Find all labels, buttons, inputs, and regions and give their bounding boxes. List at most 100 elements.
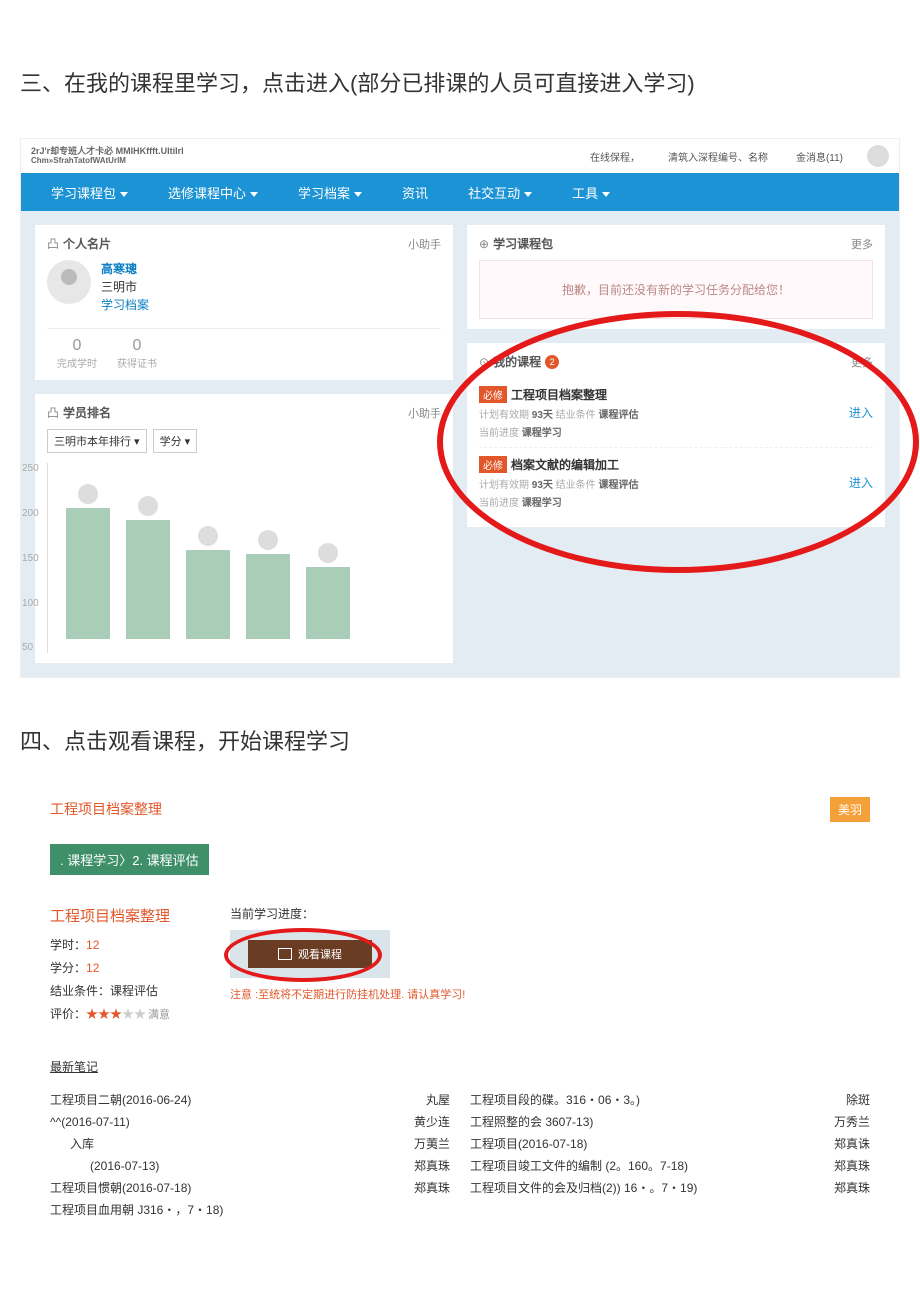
note-item: 工程项目(2016-07-18) (470, 1133, 780, 1155)
caret-icon (354, 192, 362, 197)
y-tick: 150 (22, 553, 39, 564)
note-author: 郑真珠 (380, 1177, 450, 1199)
nav-news[interactable]: 资讯 (402, 183, 428, 202)
y-tick: 50 (22, 642, 39, 653)
profile-city: 三明市 (101, 278, 149, 296)
helper-link[interactable]: 小助手 (408, 236, 441, 252)
rank-metric-select[interactable]: 学分 ▾ (153, 429, 198, 453)
top-right-button[interactable]: 美羽 (830, 797, 870, 822)
required-tag: 必修 (479, 386, 507, 403)
note-author: 郑真诛 (800, 1133, 870, 1155)
nav-elective-center[interactable]: 选修课程中心 (168, 183, 258, 202)
more-link[interactable]: 更多 (851, 236, 873, 252)
avatar-icon (318, 543, 338, 563)
note-item: 工程照整的会 3607-13) (470, 1111, 780, 1133)
note-item: (2016-07-13) (50, 1155, 360, 1177)
chart-bar (186, 550, 230, 639)
top-text-1: 在线保程， (590, 149, 640, 164)
course-title: 档案文献的编辑加工 (511, 458, 619, 472)
nav-study-archive[interactable]: 学习档案 (298, 183, 362, 202)
package-icon: ⊕ (479, 237, 489, 251)
nav-study-package[interactable]: 学习课程包 (51, 183, 128, 202)
step-label: . 课程学习〉2. 课程评估 (50, 844, 209, 875)
screenshot-dashboard: 2rJ'r却专班人才卡必 MMIHKffft.UltiIrl Chm»Sfrah… (20, 138, 900, 678)
notes-table: 工程项目二朝(2016-06-24) ^^(2016-07-11) 入库 (20… (50, 1089, 870, 1221)
caret-icon (524, 192, 532, 197)
logo-text: 2rJ'r却专班人才卡必 MMIHKffft.UltiIrl Chm»Sfrah… (31, 146, 184, 166)
note-item: 工程项目血用朝 J316・，7・18) (50, 1199, 360, 1221)
y-tick: 250 (22, 463, 39, 474)
caret-icon (250, 192, 258, 197)
cond-label: 结业条件： (50, 984, 110, 998)
avatar-icon (258, 530, 278, 550)
enter-course-link[interactable]: 进入 (849, 404, 873, 421)
avatar-icon (47, 260, 91, 304)
stat-hours-label: 完成学时 (47, 355, 107, 370)
dashboard-body: 凸 个人名片 小助手 高寒璁 三明市 学习档案 (21, 211, 899, 677)
panel-my-courses: ⊙ 我的课程 2 更多 必修工程项目档案整理 计划有效期 93天 结业条件 课程… (467, 343, 885, 527)
required-tag: 必修 (479, 456, 507, 473)
logo-line2: Chm»SfrahTatofWAtUrlM (31, 156, 184, 166)
helper-link[interactable]: 小助手 (408, 405, 441, 421)
watch-button-container: 观看课程 (230, 930, 390, 978)
credit-label: 学分： (50, 961, 86, 975)
hours-value: 12 (86, 938, 99, 952)
note-item: 工程项目文件的会及归档(2)) 16・。7・19) (470, 1177, 780, 1199)
top-avatar-icon[interactable] (867, 145, 889, 167)
note-item: 入库 (50, 1133, 360, 1155)
profile-name: 高寒璁 (101, 260, 149, 278)
note-item: 工程项目竣工文件的编制 (2。160。7-18) (470, 1155, 780, 1177)
rating-label: 评价： (50, 1007, 86, 1021)
panel-title: 学习课程包 (493, 235, 553, 252)
panel-ranking: 凸 学员排名 小助手 三明市本年排行 ▾ 学分 ▾ 250 200 (35, 394, 453, 663)
note-author: 郑真珠 (800, 1177, 870, 1199)
breadcrumb-title: 工程项目档案整理 (50, 799, 162, 819)
nav-tools[interactable]: 工具 (572, 183, 610, 202)
latest-notes-heading: 最新笔记 (50, 1058, 870, 1075)
stat-hours-value: 0 (47, 337, 107, 355)
chart-bar (66, 508, 110, 640)
panel-title: 学员排名 (63, 404, 111, 421)
y-tick: 200 (22, 508, 39, 519)
note-item: ^^(2016-07-11) (50, 1111, 360, 1133)
nav-social[interactable]: 社交互动 (468, 183, 532, 202)
watch-course-button[interactable]: 观看课程 (248, 940, 372, 968)
course-row: 必修档案文献的编辑加工 计划有效期 93天 结业条件 课程评估 当前进度 课程学… (479, 448, 873, 517)
course-count-badge: 2 (545, 355, 559, 369)
note-author: 万荑兰 (380, 1133, 450, 1155)
more-link[interactable]: 更多 (851, 354, 873, 370)
warning-text: 注意 :至统将不定期进行防挂机处理. 请认真学习! (230, 986, 465, 1002)
cond-value: 课程评估 (110, 984, 158, 998)
top-search-hint: 清筑入深程编号、名称 (668, 149, 768, 164)
note-author: 丸屋 (380, 1089, 450, 1111)
note-author: 郑真珠 (380, 1155, 450, 1177)
play-icon (278, 948, 292, 960)
note-author: 除斑 (800, 1089, 870, 1111)
top-messages[interactable]: 金消息(11) (796, 149, 843, 164)
hours-label: 学时： (50, 938, 86, 952)
note-item: 工程项目惯朝(2016-07-18) (50, 1177, 360, 1199)
panel-title: 个人名片 (63, 235, 111, 252)
panel-study-package: ⊕ 学习课程包 更多 抱歉，目前还没有新的学习任务分配给您！ (467, 225, 885, 329)
note-item: 工程项目段的碟。316・06・3。) (470, 1089, 780, 1111)
enter-course-link[interactable]: 进入 (849, 474, 873, 491)
screenshot-course-detail: 工程项目档案整理 美羽 . 课程学习〉2. 课程评估 工程项目档案整理 学时：1… (20, 797, 900, 1221)
credit-value: 12 (86, 961, 99, 975)
chart-bar (126, 520, 170, 639)
logo-line1: 2rJ'r却专班人才卡必 MMIHKffft.UltiIrl (31, 146, 184, 156)
profile-archive-link[interactable]: 学习档案 (101, 296, 149, 314)
caret-icon (120, 192, 128, 197)
rank-icon: 凸 (47, 404, 59, 421)
step-indicator: . 课程学习〉2. 课程评估 (50, 844, 870, 875)
note-author: 黄少连 (380, 1111, 450, 1133)
note-item: 工程项目二朝(2016-06-24) (50, 1089, 360, 1111)
ranking-bar-chart: 250 200 150 100 50 (47, 463, 441, 653)
course-title: 工程项目档案整理 (511, 388, 607, 402)
chart-bar (246, 554, 290, 639)
note-author: 郑真珠 (800, 1155, 870, 1177)
card-icon: 凸 (47, 235, 59, 252)
section-3-heading: 三、在我的课程里学习，点击进入(部分已排课的人员可直接进入学习) (20, 60, 900, 108)
section-4-heading: 四、点击观看课程，开始课程学习 (20, 718, 900, 766)
play-icon: ⊙ (479, 355, 489, 369)
rank-region-select[interactable]: 三明市本年排行 ▾ (47, 429, 147, 453)
